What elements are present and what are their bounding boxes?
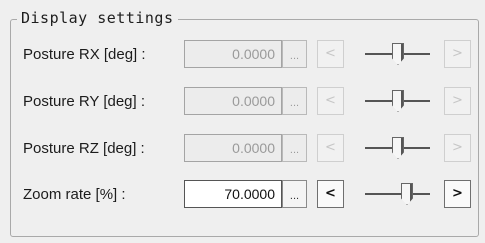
posture-rz-input[interactable]: 0.0000 [184, 134, 282, 162]
posture-ry-row: Posture RY [deg] : 0.0000 ... < > [0, 87, 485, 117]
posture-ry-ellipsis-button[interactable]: ... [282, 87, 307, 115]
posture-rz-ellipsis-button[interactable]: ... [282, 134, 307, 162]
posture-rx-row: Posture RX [deg] : 0.0000 ... < > [0, 40, 485, 70]
posture-ry-input[interactable]: 0.0000 [184, 87, 282, 115]
posture-rz-decrement-button[interactable]: < [317, 134, 344, 162]
zoom-rate-label: Zoom rate [%] : [23, 186, 126, 203]
slider-thumb[interactable] [401, 183, 413, 205]
posture-rz-label: Posture RZ [deg] : [23, 140, 145, 157]
posture-rx-ellipsis-button[interactable]: ... [282, 40, 307, 68]
posture-ry-decrement-button[interactable]: < [317, 87, 344, 115]
slider-thumb[interactable] [392, 43, 404, 65]
zoom-rate-ellipsis-button[interactable]: ... [282, 180, 307, 208]
posture-rx-input[interactable]: 0.0000 [184, 40, 282, 68]
posture-ry-label: Posture RY [deg] : [23, 93, 146, 110]
group-title: Display settings [17, 8, 178, 28]
zoom-rate-increment-button[interactable]: > [444, 180, 471, 208]
zoom-rate-decrement-button[interactable]: < [317, 180, 344, 208]
zoom-rate-row: Zoom rate [%] : 70.0000 ... < > [0, 180, 485, 210]
slider-thumb[interactable] [392, 90, 404, 112]
posture-rz-row: Posture RZ [deg] : 0.0000 ... < > [0, 134, 485, 164]
zoom-rate-input[interactable]: 70.0000 [184, 180, 282, 208]
slider-thumb[interactable] [392, 137, 404, 159]
posture-rx-label: Posture RX [deg] : [23, 46, 146, 63]
posture-rz-increment-button[interactable]: > [444, 134, 471, 162]
posture-rx-decrement-button[interactable]: < [317, 40, 344, 68]
slider-track [365, 193, 430, 195]
posture-ry-increment-button[interactable]: > [444, 87, 471, 115]
posture-rx-increment-button[interactable]: > [444, 40, 471, 68]
